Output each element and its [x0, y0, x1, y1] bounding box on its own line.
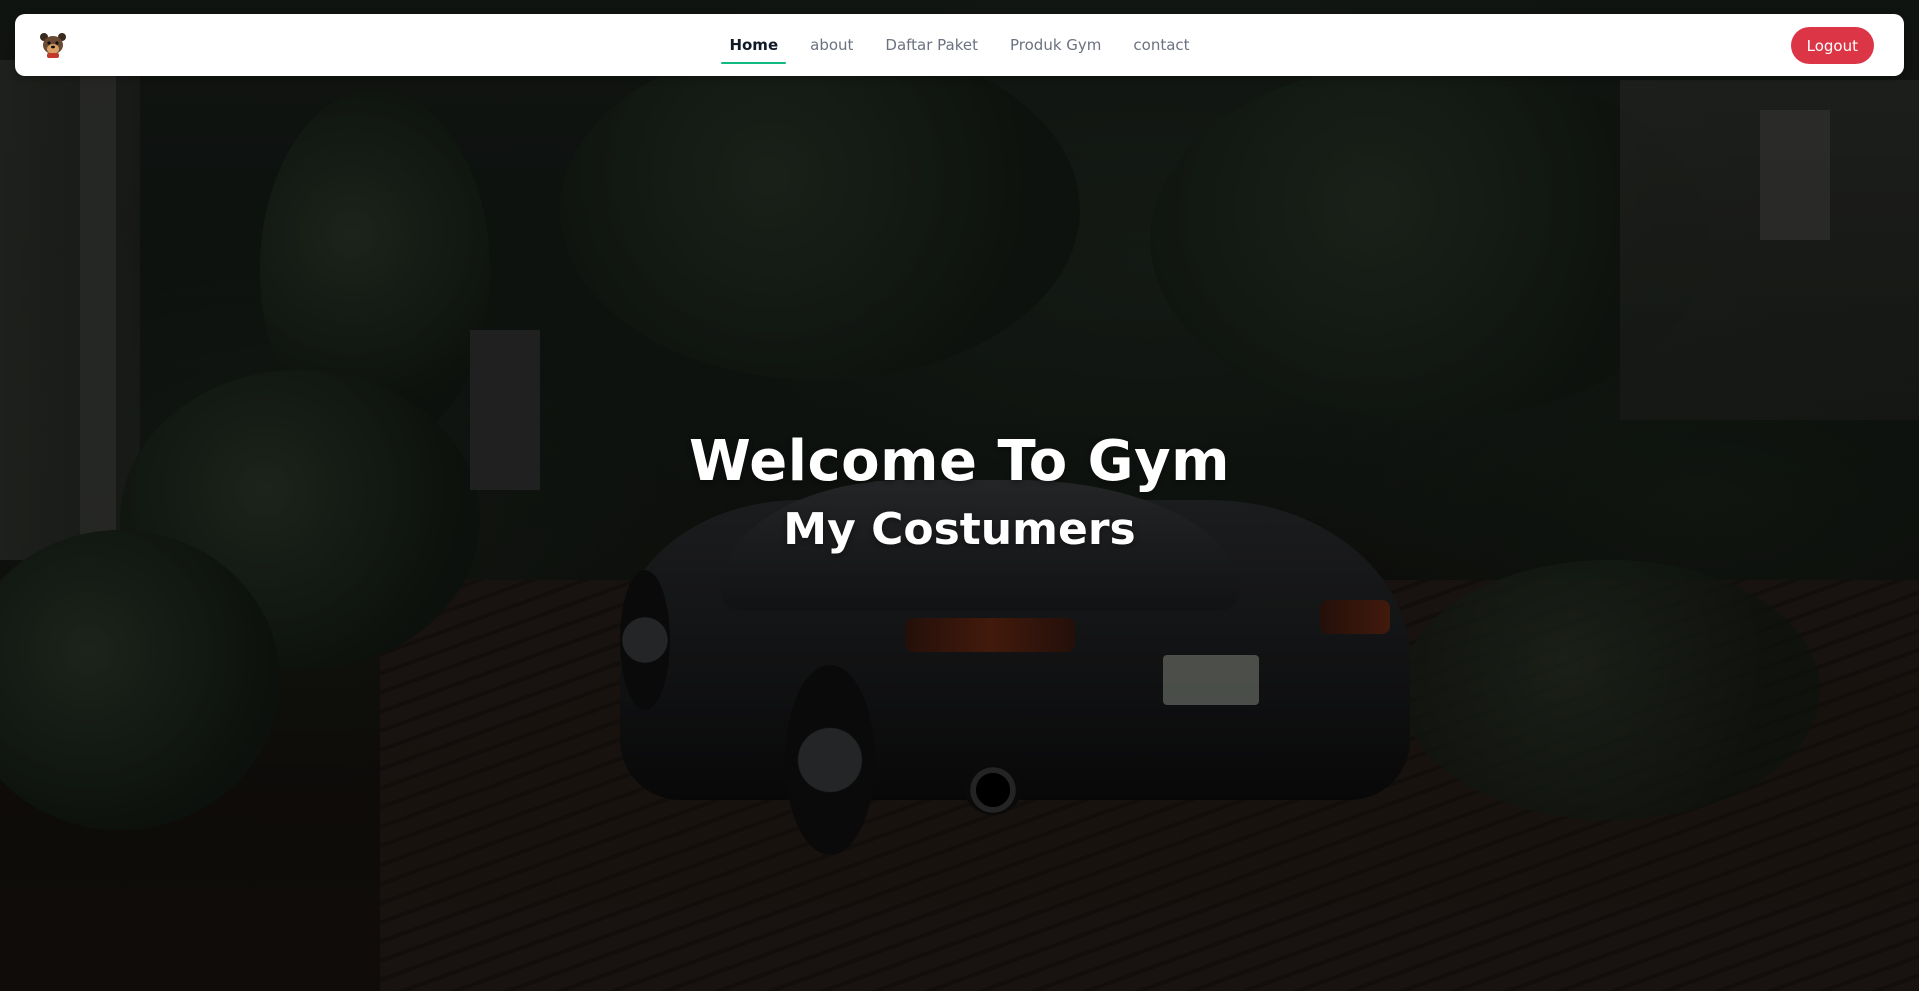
- nav-link-contact[interactable]: contact: [1117, 14, 1205, 76]
- hero-title: Welcome To Gym: [689, 429, 1230, 494]
- nav-link-home[interactable]: Home: [713, 14, 794, 76]
- top-navbar: Home about Daftar Paket Produk Gym conta…: [15, 14, 1904, 76]
- nav-link-daftar-paket[interactable]: Daftar Paket: [869, 14, 994, 76]
- nav-link-produk-gym[interactable]: Produk Gym: [994, 14, 1117, 76]
- nav-links: Home about Daftar Paket Produk Gym conta…: [15, 14, 1904, 76]
- nav-link-about[interactable]: about: [794, 14, 869, 76]
- hero-subtitle: My Costumers: [783, 504, 1136, 555]
- bear-mascot-icon[interactable]: [39, 31, 67, 59]
- hero-text: Welcome To Gym My Costumers: [0, 425, 1919, 561]
- logout-button[interactable]: Logout: [1790, 27, 1874, 64]
